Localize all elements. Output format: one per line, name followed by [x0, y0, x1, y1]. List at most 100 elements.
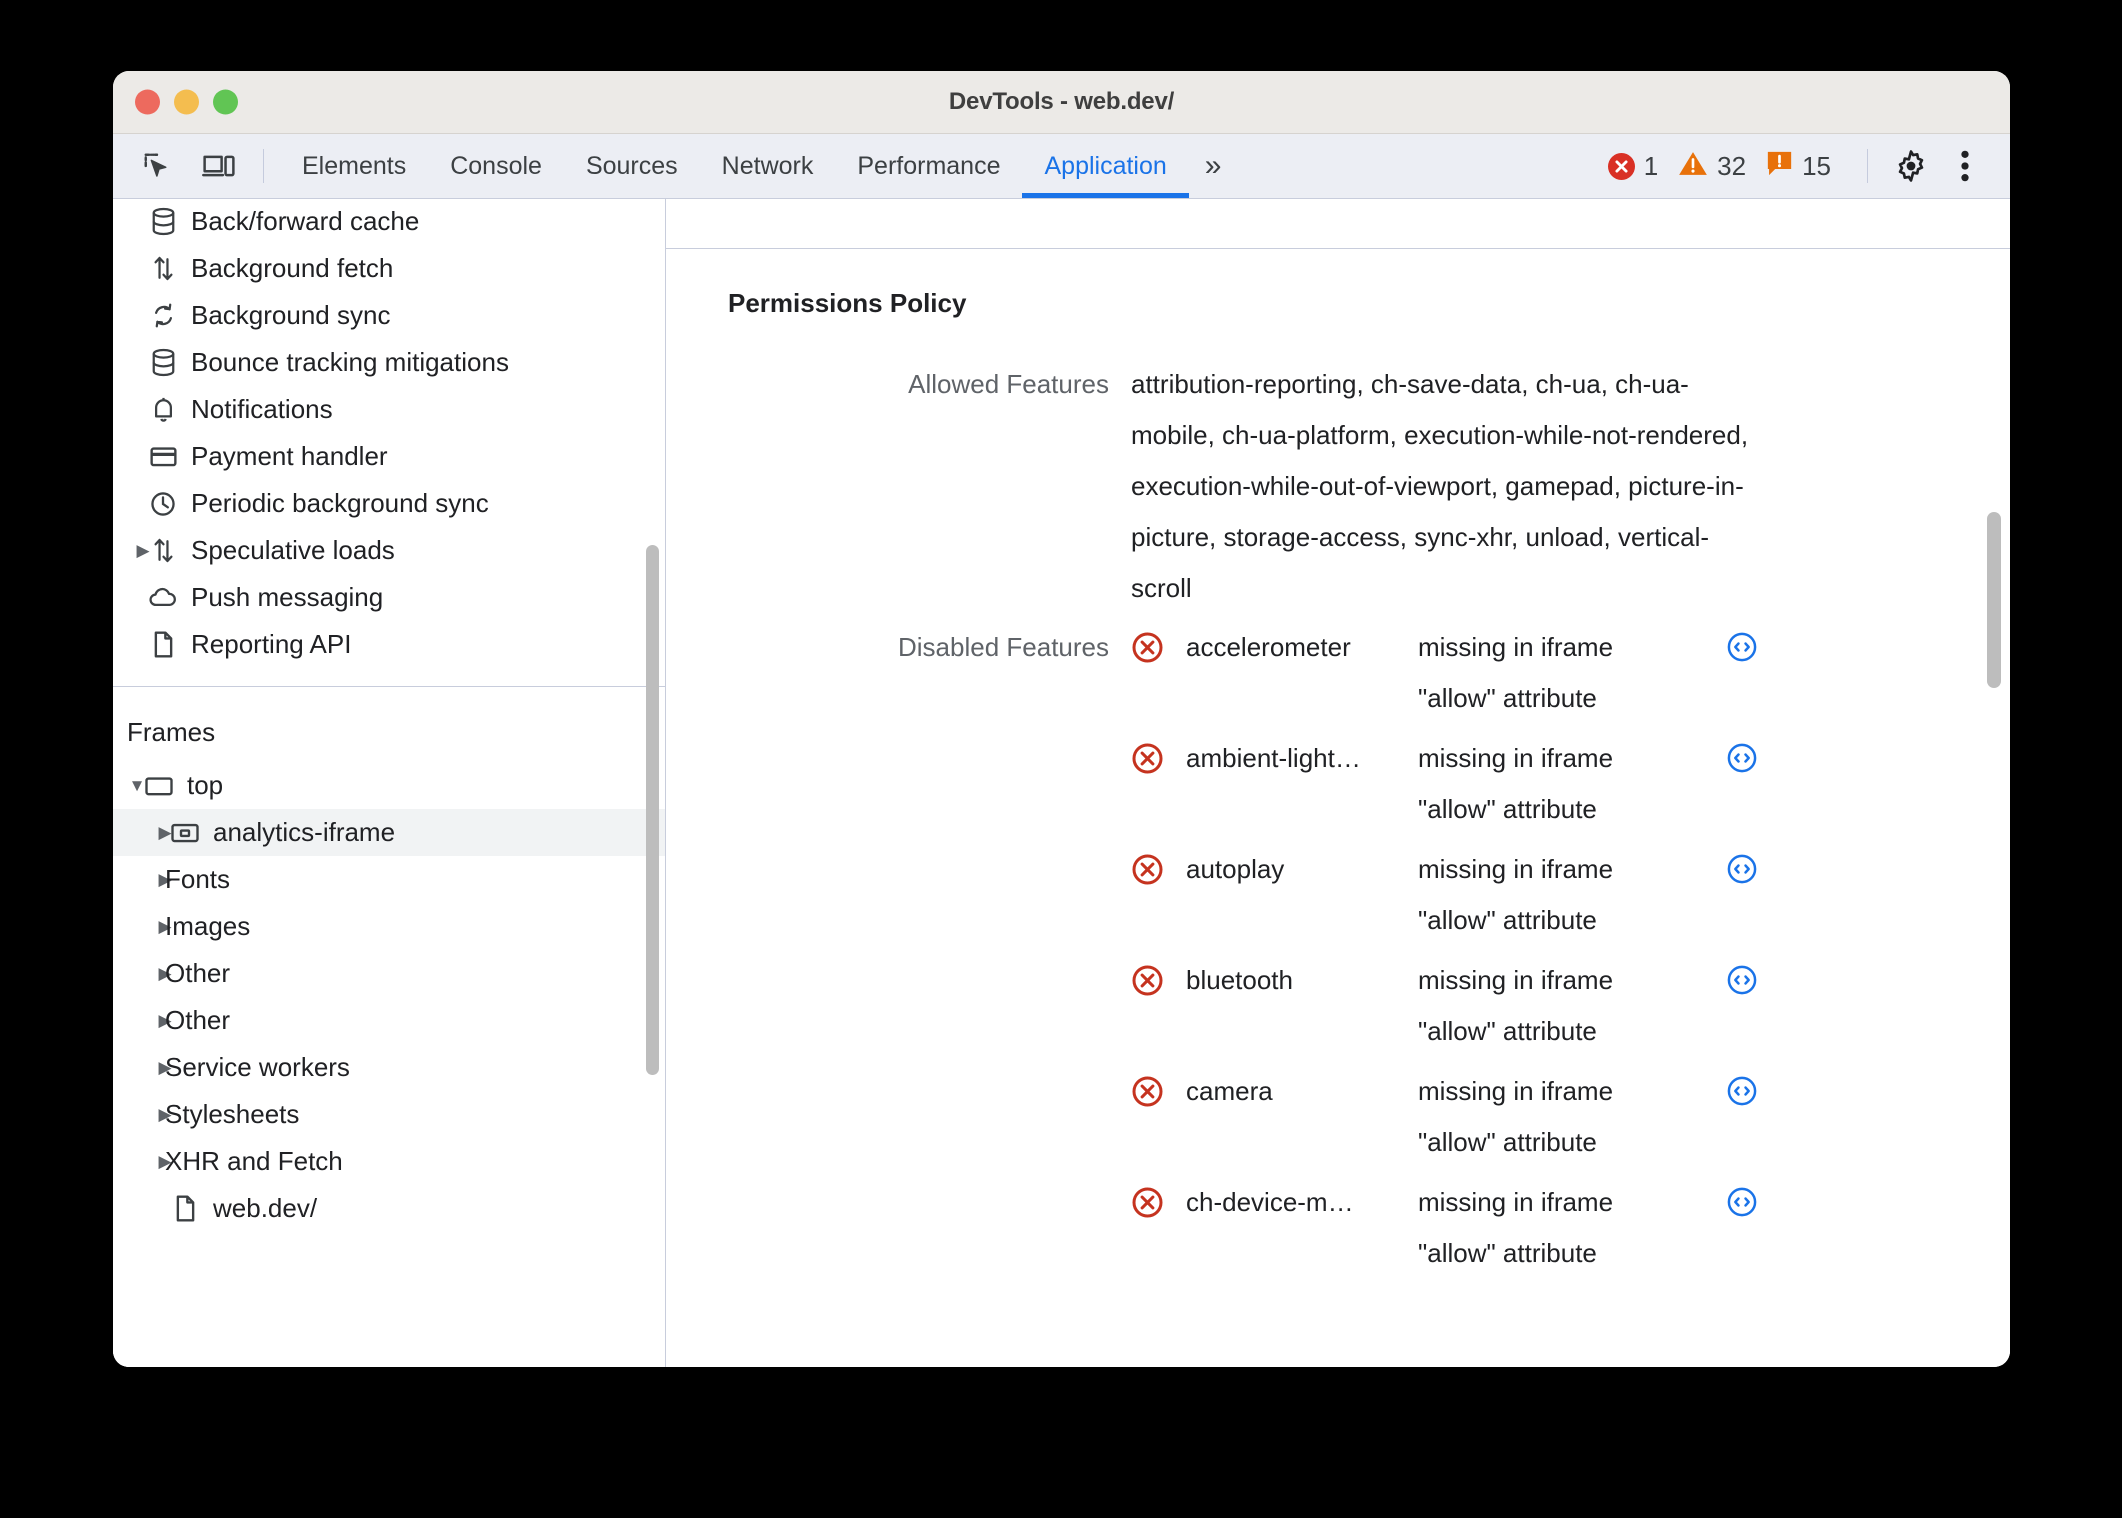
disabled-feature-reason: missing in iframe "allow" attribute: [1418, 743, 1614, 824]
gear-icon[interactable]: [1884, 141, 1938, 191]
disabled-features-label: Disabled Features: [898, 632, 1109, 662]
sidebar-item-label: Payment handler: [191, 441, 388, 471]
sidebar-item-other-2[interactable]: ▶ Other: [113, 997, 665, 1044]
tab-sources[interactable]: Sources: [564, 134, 700, 198]
chevron-down-icon[interactable]: ▼: [113, 776, 146, 796]
toolbar-status-area: 1 32 15: [1607, 134, 2010, 198]
source-code-icon[interactable]: [1726, 853, 1758, 885]
tab-network[interactable]: Network: [700, 134, 836, 198]
sidebar-item-push-messaging[interactable]: Push messaging: [113, 574, 665, 621]
disabled-feature-name: accelerometer: [1186, 632, 1351, 662]
disabled-feature-name: ch-device-m…: [1186, 1187, 1354, 1217]
disabled-feature-name: autoplay: [1186, 854, 1285, 884]
sidebar-item-background-sync[interactable]: Background sync: [113, 292, 665, 339]
chevron-right-icon[interactable]: ▶: [113, 1105, 171, 1125]
issue-icon: [1766, 150, 1793, 182]
sidebar-item-periodic-background-sync[interactable]: Periodic background sync: [113, 480, 665, 527]
chevron-right-icon[interactable]: ▶: [113, 823, 171, 843]
sidebar-item-images[interactable]: ▶ Images: [113, 903, 665, 950]
sidebar-item-reporting-api[interactable]: Reporting API: [113, 621, 665, 668]
chevron-right-icon[interactable]: ▶: [113, 1011, 171, 1031]
warning-icon: [1678, 150, 1708, 182]
sidebar-item-label: Push messaging: [191, 582, 384, 612]
sidebar-item-label: Background sync: [191, 300, 391, 330]
sidebar-scrollbar-thumb[interactable]: [646, 545, 659, 1075]
sidebar-item-background-fetch[interactable]: Background fetch: [113, 245, 665, 292]
chevron-right-icon[interactable]: ▶: [113, 964, 171, 984]
chevron-right-icon[interactable]: ▶: [113, 870, 171, 890]
disabled-feature-row: camera missing in iframe "allow" attribu…: [1131, 1066, 1758, 1168]
error-circle-x-icon: [1131, 742, 1164, 775]
more-tabs-label: »: [1204, 149, 1222, 182]
frame-details-panel: Permissions Policy Allowed Features attr…: [666, 199, 2010, 1367]
issue-count-group[interactable]: 15: [1766, 150, 1831, 182]
frame-icon: [139, 774, 179, 798]
sidebar-item-webdev-document[interactable]: web.dev/: [113, 1185, 665, 1232]
tab-label: Console: [450, 151, 542, 180]
warning-count-group[interactable]: 32: [1678, 150, 1746, 182]
chevron-right-icon[interactable]: ▶: [113, 1058, 171, 1078]
disabled-feature-row: ch-device-m… missing in iframe "allow" a…: [1131, 1177, 1758, 1279]
sidebar-item-payment-handler[interactable]: Payment handler: [113, 433, 665, 480]
toolbar-divider: [263, 149, 264, 183]
document-icon: [165, 1194, 205, 1223]
sidebar-item-bounce-tracking-mitigations[interactable]: Bounce tracking mitigations: [113, 339, 665, 386]
chevron-right-icon[interactable]: ▶: [113, 917, 171, 937]
sidebar-item-speculative-loads[interactable]: ▶ Speculative loads: [113, 527, 665, 574]
iframe-icon: [165, 821, 205, 845]
clock-icon: [143, 490, 183, 518]
devtools-body: Background services Back/forward cache: [113, 199, 2010, 1367]
sidebar-item-label: analytics-iframe: [213, 817, 396, 847]
more-tabs-icon[interactable]: »: [1189, 149, 1234, 183]
source-code-icon[interactable]: [1726, 742, 1758, 774]
main-panel-scrollbar-thumb[interactable]: [1987, 512, 2001, 688]
sidebar-scroll-content: Background services Back/forward cache: [113, 199, 665, 1242]
tab-label: Performance: [857, 151, 1001, 180]
sidebar-item-xhr-and-fetch[interactable]: ▶ XHR and Fetch: [113, 1138, 665, 1185]
arrows-up-down-icon: [143, 536, 183, 565]
tab-application[interactable]: Application: [1022, 134, 1190, 198]
device-toolbar-icon[interactable]: [191, 142, 247, 190]
sidebar-item-service-workers[interactable]: ▶ Service workers: [113, 1044, 665, 1091]
source-code-icon[interactable]: [1726, 1075, 1758, 1107]
chevron-right-icon[interactable]: ▶: [113, 1152, 171, 1172]
disabled-feature-reason: missing in iframe "allow" attribute: [1418, 965, 1614, 1046]
sidebar-item-top-frame[interactable]: ▼ top: [113, 762, 665, 809]
chevron-right-icon[interactable]: ▶: [113, 541, 149, 561]
warning-count: 32: [1717, 150, 1747, 181]
error-circle-x-icon: [1131, 631, 1164, 664]
disabled-feature-row: autoplay missing in iframe "allow" attri…: [1131, 844, 1758, 946]
tab-console[interactable]: Console: [428, 134, 564, 198]
section-title-frames: Frames: [127, 717, 216, 747]
error-circle-x-icon: [1131, 1075, 1164, 1108]
source-code-icon[interactable]: [1726, 964, 1758, 996]
sidebar-item-label: Reporting API: [191, 629, 352, 659]
sidebar-item-stylesheets[interactable]: ▶ Stylesheets: [113, 1091, 665, 1138]
credit-card-icon: [143, 442, 183, 471]
tab-label: Network: [721, 151, 814, 180]
document-icon: [143, 630, 183, 659]
sidebar-item-other-1[interactable]: ▶ Other: [113, 950, 665, 997]
database-icon: [143, 207, 183, 236]
more-vertical-icon[interactable]: [1938, 141, 1992, 191]
sidebar-item-label: Images: [165, 911, 251, 941]
sidebar-item-fonts[interactable]: ▶ Fonts: [113, 856, 665, 903]
sidebar-item-notifications[interactable]: Notifications: [113, 386, 665, 433]
disabled-feature-name: camera: [1186, 1076, 1273, 1106]
disabled-feature-name: bluetooth: [1186, 965, 1293, 995]
arrows-up-down-icon: [143, 254, 183, 283]
source-code-icon[interactable]: [1726, 1186, 1758, 1218]
main-panel-scrollbar[interactable]: [1984, 250, 2004, 1367]
disabled-feature-row: bluetooth missing in iframe "allow" attr…: [1131, 955, 1758, 1057]
tab-performance[interactable]: Performance: [835, 134, 1022, 198]
tab-elements[interactable]: Elements: [280, 134, 428, 198]
allowed-features-row: Allowed Features attribution-reporting, …: [666, 359, 2010, 614]
error-count-group[interactable]: 1: [1607, 151, 1658, 182]
inspect-element-icon[interactable]: [129, 142, 185, 190]
source-code-icon[interactable]: [1726, 631, 1758, 663]
sidebar-item-label: XHR and Fetch: [165, 1146, 343, 1176]
sidebar-item-analytics-iframe[interactable]: ▶ analytics-iframe: [113, 809, 665, 856]
sidebar-item-back-forward-cache[interactable]: Back/forward cache: [113, 199, 665, 245]
disabled-feature-name: ambient-light…: [1186, 743, 1361, 773]
sidebar-scrollbar[interactable]: [643, 199, 661, 1367]
